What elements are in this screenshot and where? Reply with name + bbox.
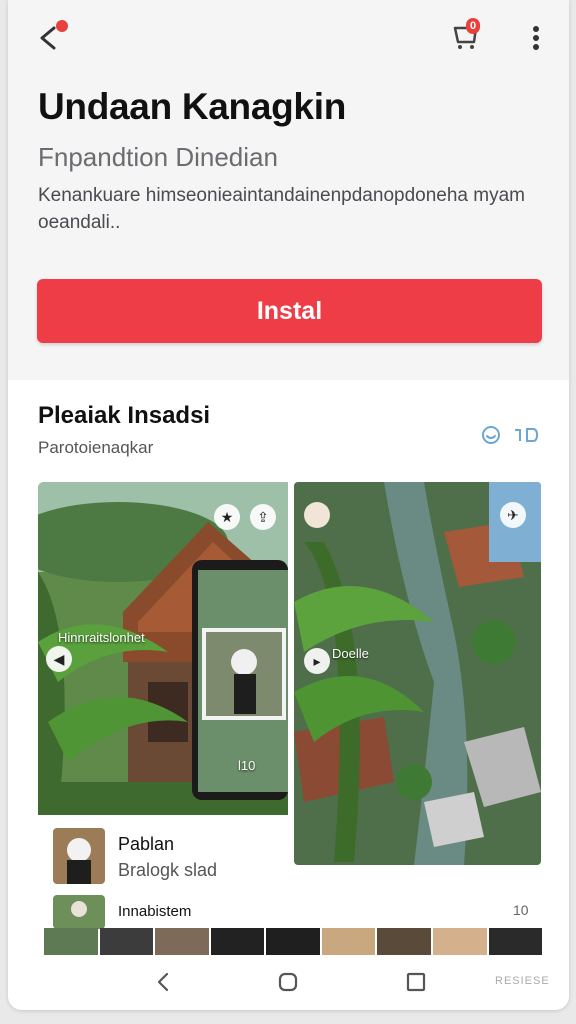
avatar[interactable] [304, 502, 330, 528]
system-nav-bar: RESIESE [8, 955, 569, 1010]
cart-badge: 0 [466, 18, 480, 34]
list-item-title: Innabistem [118, 903, 192, 920]
list-item-subtitle: Bralogk slad [118, 860, 218, 880]
play-circle-icon[interactable]: ▸ [304, 648, 330, 674]
profile-icon[interactable]: ✈ [500, 502, 526, 528]
more-vertical-icon[interactable] [526, 22, 546, 54]
share-icon[interactable]: ⇪ [250, 504, 276, 530]
app-screen: 0 Undaan Kanagkin Fnpandtion Dinedian Ke… [8, 0, 569, 1010]
toggle-icon[interactable] [511, 424, 541, 446]
list-thumbnail [53, 828, 105, 884]
top-app-bar: 0 [8, 0, 569, 80]
section-title: Pleaiak Insadsi [38, 402, 211, 429]
list-item[interactable]: Pablan Bralogk slad [38, 828, 288, 888]
list-item-title: Pablan [118, 834, 175, 854]
left-overlay-text: Hinnraitslonhet [58, 630, 145, 645]
screenshot-right[interactable]: Doelle ▸ ✈ [294, 482, 541, 865]
back-nav-icon[interactable] [148, 967, 178, 997]
preview-section: Pleaiak Insadsi Parotoienaqkar Hinnraits… [8, 380, 569, 1010]
phone-counter: l10 [238, 758, 256, 773]
play-icon[interactable]: ◀ [46, 646, 72, 672]
app-description: Kenankuare himseonieaintandainenpdanopdo… [38, 185, 525, 233]
app-subtitle: Fnpandtion Dinedian [38, 142, 278, 172]
app-title: Undaan Kanagkin [38, 86, 346, 127]
screenshot-left[interactable]: Hinnraitslonhet ◀ ★ ⇪ l10 [38, 482, 288, 815]
notification-dot [56, 20, 68, 32]
nav-label: RESIESE [495, 975, 550, 987]
right-overlay-text: Doelle [332, 646, 369, 661]
bottom-counter: 10 [513, 902, 529, 918]
refresh-icon[interactable] [480, 424, 502, 446]
home-nav-icon[interactable] [273, 967, 303, 997]
star-icon[interactable]: ★ [214, 504, 240, 530]
install-button[interactable]: Instal [37, 279, 542, 343]
section-subtitle: Parotoienaqkar [38, 438, 154, 457]
list-thumbnail [53, 895, 105, 929]
recents-nav-icon[interactable] [401, 967, 431, 997]
